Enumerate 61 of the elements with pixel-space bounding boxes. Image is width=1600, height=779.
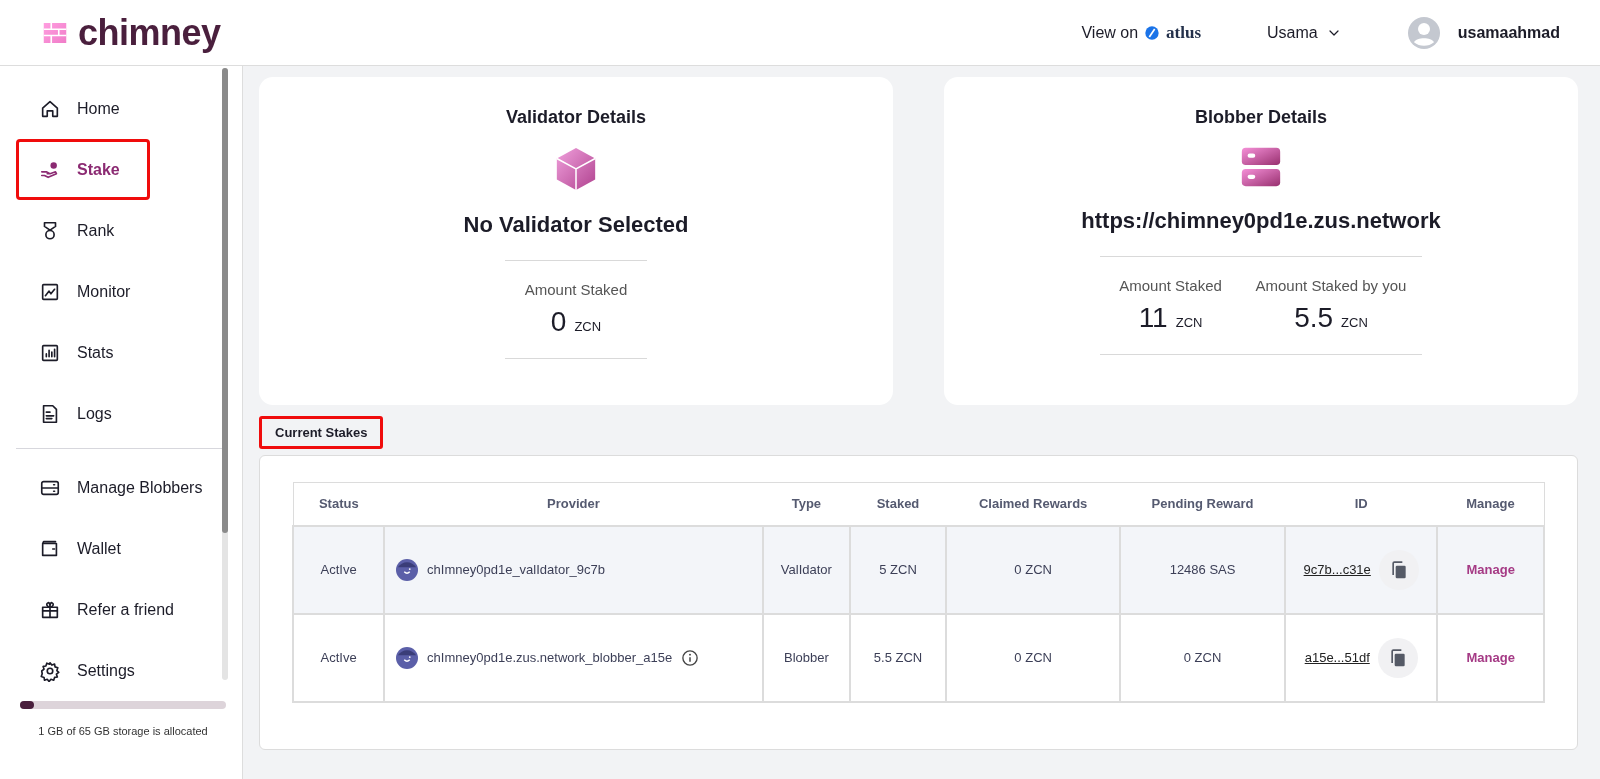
id-link[interactable]: 9c7b...c31e (1303, 562, 1371, 577)
table-cell: 0 ZCN (946, 613, 1121, 702)
table-cell: 12486 SAS (1120, 525, 1285, 614)
card-title: Blobber Details (1195, 107, 1327, 128)
stat-label: Amount Staked (1119, 277, 1222, 294)
nav-item[interactable]: Stake (16, 139, 150, 200)
table-cell: 5.5 ZCN (849, 613, 947, 702)
slash-circle-icon (1144, 24, 1161, 41)
stat-label: Amount Staked by you (1255, 277, 1407, 294)
id-link[interactable]: a15e...51df (1304, 650, 1370, 665)
avatar-icon (396, 558, 419, 581)
logo-text: chimney (78, 11, 221, 54)
column-header: Type (762, 482, 850, 526)
nav-item[interactable]: Stats (16, 322, 150, 383)
table-cell: ActIve (293, 525, 385, 614)
stat-unit: ZCN (1175, 315, 1203, 330)
card-heading: https://chimney0pd1e.zus.network (1081, 208, 1441, 234)
card-heading: No Validator Selected (463, 212, 689, 238)
card-title: Validator Details (505, 107, 647, 128)
view-on-link[interactable]: View on (1081, 23, 1139, 42)
atlus-logo-text: atlus (1166, 22, 1202, 43)
column-header: Provider (384, 482, 763, 526)
table-cell: 5 ZCN (849, 525, 947, 614)
storage-text: 1 GB of 65 GB storage is allocated (37, 725, 209, 737)
nav-item[interactable]: Wallet (16, 518, 150, 579)
stat-value: 0 (550, 306, 567, 338)
column-header: Staked (849, 482, 947, 526)
avatar-icon (396, 646, 419, 669)
section-title: Current Stakes (259, 416, 384, 449)
nav-item[interactable]: Home (16, 78, 150, 139)
stat-value: 11 (1138, 302, 1168, 334)
nav-item[interactable]: Rank (16, 200, 150, 261)
avatar-icon (1407, 16, 1440, 49)
stat-label: Amount Staked (524, 281, 628, 298)
provider-name: chImney0pd1e_valIdator_9c7b (427, 562, 605, 577)
table-cell: Blobber (762, 613, 850, 702)
table-cell: ValIdator (762, 525, 850, 614)
info-icon (681, 648, 700, 667)
column-header: Status (293, 482, 385, 526)
nav-item[interactable]: Monitor (16, 261, 154, 322)
manage-link[interactable]: Manage (1466, 562, 1515, 577)
stat-value: 5.5 (1294, 302, 1334, 334)
nav-item[interactable]: Refer a friend (16, 579, 197, 640)
nav-item[interactable]: Manage Blobbers (16, 457, 226, 518)
column-header: Pending Reward (1120, 482, 1285, 526)
table-cell: ActIve (293, 613, 385, 702)
stat-unit: ZCN (574, 319, 602, 334)
nav-item[interactable]: Logs (16, 383, 150, 444)
column-header: Claimed Rewards (946, 482, 1121, 526)
provider-name: chImney0pd1e.zus.network_blobber_a15e (427, 650, 673, 665)
table-cell: 0 ZCN (1120, 613, 1285, 702)
stat-unit: ZCN (1341, 315, 1368, 330)
manage-link[interactable]: Manage (1466, 650, 1515, 665)
gear-icon (39, 659, 61, 682)
column-header: Manage (1437, 482, 1544, 526)
table-cell: 0 ZCN (946, 525, 1121, 614)
username: usamaahmad (1457, 23, 1560, 42)
account-dropdown[interactable]: Usama (1261, 22, 1348, 43)
nav-item[interactable]: Settings (16, 640, 158, 701)
scrollbar[interactable] (222, 68, 228, 680)
column-header: ID (1284, 482, 1438, 526)
